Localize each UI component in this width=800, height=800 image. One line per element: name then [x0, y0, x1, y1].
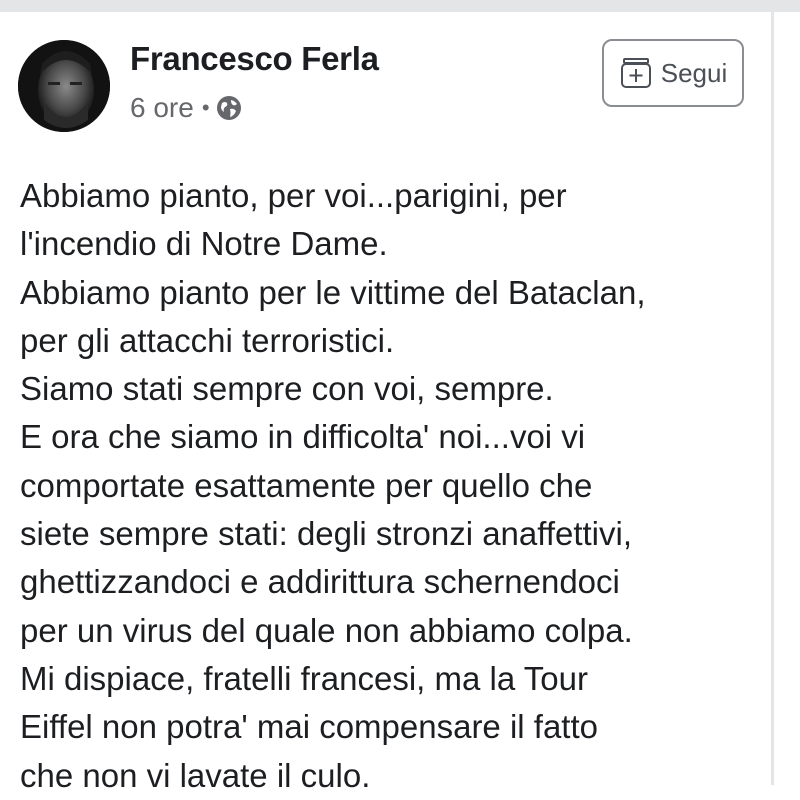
author-name[interactable]: Francesco Ferla — [130, 40, 379, 78]
post-meta: 6 ore • — [130, 92, 242, 124]
post-text-line: Eiffel non potra' mai compensare il fatt… — [20, 708, 598, 746]
follow-label: Segui — [660, 57, 728, 88]
post-text-line: Siamo stati sempre con voi, sempre. — [20, 370, 554, 408]
post-text-line: siete sempre stati: degli stronzi anaffe… — [20, 515, 633, 553]
post-text-line: l'incendio di Notre Dame. — [20, 225, 388, 263]
avatar[interactable] — [18, 40, 110, 132]
post-text-line: ghettizzandoci e addirittura schernendoc… — [20, 563, 620, 601]
post-text-line: per un virus del quale non abbiamo colpa… — [20, 611, 633, 649]
post-text-line: E ora che siamo in difficolta' noi...voi… — [20, 418, 586, 456]
post-text-line: Mi dispiace, fratelli francesi, ma la To… — [20, 659, 588, 697]
meta-separator: • — [201, 95, 210, 120]
follow-button[interactable]: Segui — [602, 39, 744, 107]
follow-page-plus-icon — [619, 56, 653, 90]
post-text-line: che non vi lavate il culo. — [20, 756, 371, 794]
post-text-line: comportate esattamente per quello che — [20, 466, 593, 504]
post-card: Francesco Ferla 6 ore • Segui Abbiamo pi… — [0, 12, 771, 794]
post-time[interactable]: 6 ore — [130, 92, 194, 124]
post-text: Abbiamo pianto, per voi...parigini, per … — [20, 172, 760, 800]
avatar-photo — [18, 40, 110, 132]
feed-top-border — [0, 0, 800, 12]
post-text-line: Abbiamo pianto per le vittime del Batacl… — [20, 273, 646, 311]
feed-right-border — [771, 0, 774, 785]
post-text-line: Abbiamo pianto, per voi...parigini, per — [20, 177, 567, 214]
post-text-line: per gli attacchi terroristici. — [20, 321, 395, 359]
globe-icon — [216, 95, 242, 121]
